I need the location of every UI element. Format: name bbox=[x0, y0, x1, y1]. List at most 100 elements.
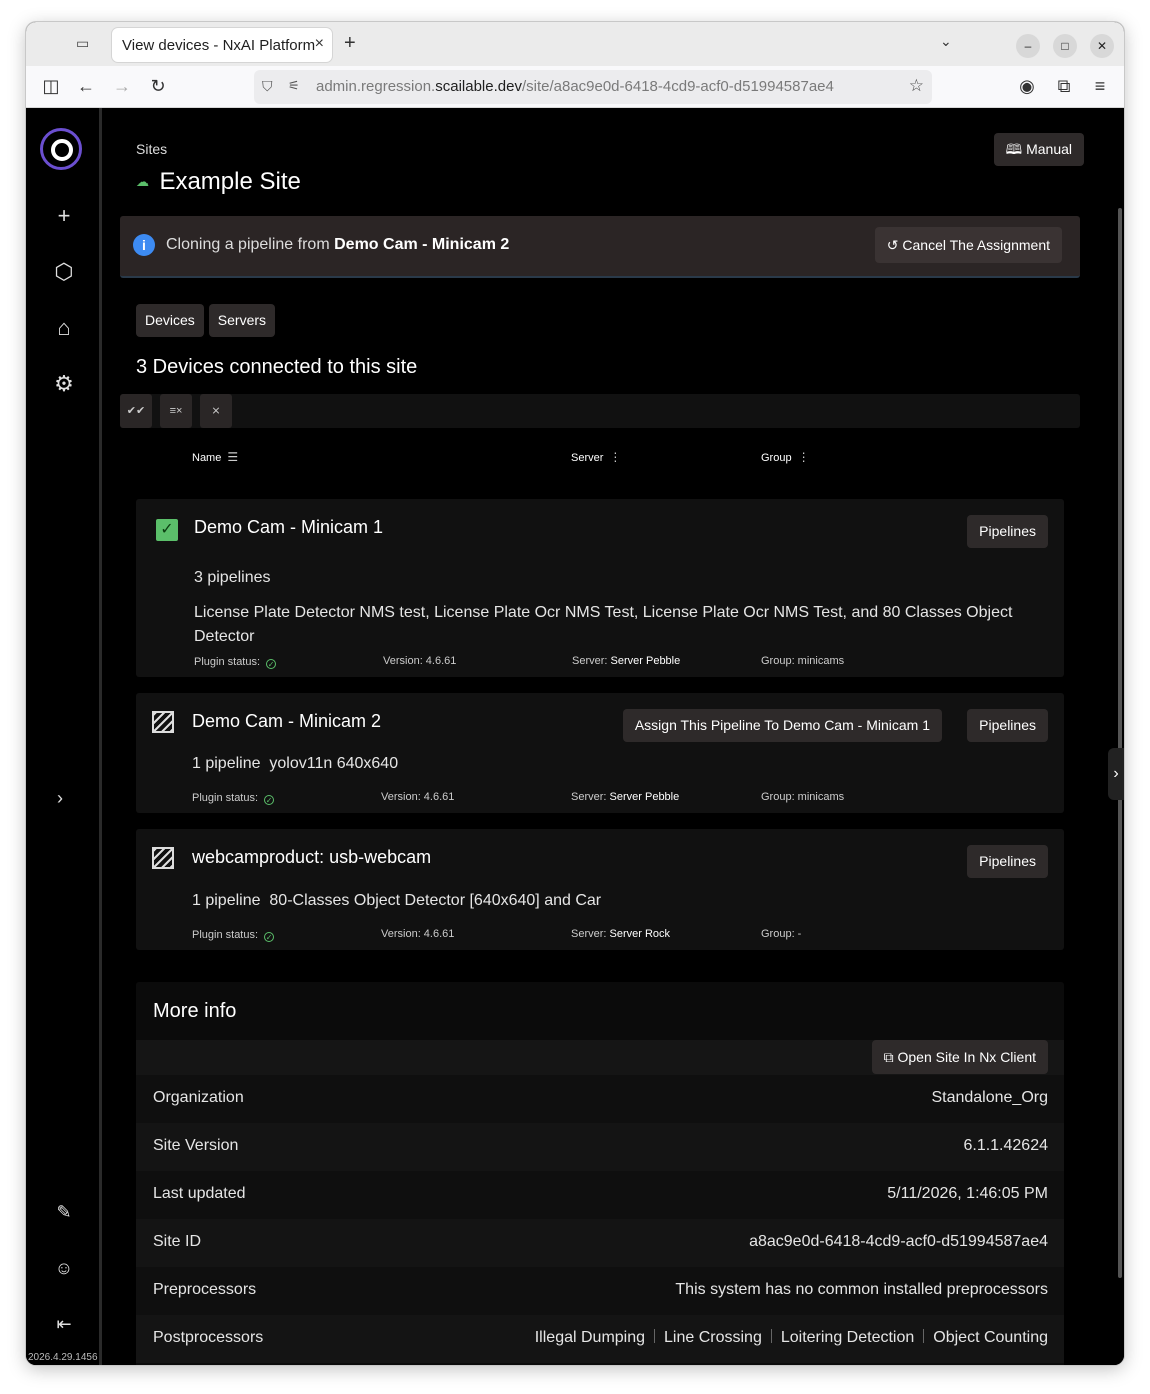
tab-strip: ▭ View devices - NxAI Platform × + ⌄ – □… bbox=[26, 22, 1124, 66]
account-icon[interactable]: ◉ bbox=[1016, 76, 1038, 97]
column-group[interactable]: Group ⋮ bbox=[761, 450, 810, 464]
shield-icon[interactable]: ⛉ bbox=[262, 78, 273, 95]
reload-icon[interactable]: ↻ bbox=[147, 76, 169, 97]
view-tabs: Devices Servers bbox=[136, 304, 280, 337]
info-row-last-updated: Last updated 5/11/2026, 1:46:05 PM bbox=[136, 1171, 1064, 1219]
cloning-alert: i Cloning a pipeline from Demo Cam - Min… bbox=[120, 216, 1080, 278]
more-info-panel: More info ⧉ Open Site In Nx Client Organ… bbox=[136, 982, 1064, 1365]
device-server: Server: Server Pebble bbox=[572, 655, 681, 667]
main-content: Sites ☁ Example Site 🕮 Manual i Cloning … bbox=[105, 108, 1124, 1365]
logout-icon[interactable]: ⇤ bbox=[50, 1310, 78, 1338]
close-window-icon[interactable]: ✕ bbox=[1090, 34, 1114, 58]
nav-bar: ◫ ← → ↻ ⛉ ⚟ admin.regression.scailable.d… bbox=[26, 66, 1124, 108]
pipelines-button[interactable]: Pipelines bbox=[967, 515, 1048, 548]
tab-devices[interactable]: Devices bbox=[136, 304, 204, 337]
device-name: webcamproduct: usb-webcam bbox=[192, 847, 432, 867]
check-circle-icon: ✓ bbox=[266, 659, 277, 669]
plugin-status: Plugin status: ✓ bbox=[192, 929, 275, 942]
pipelines-button[interactable]: Pipelines bbox=[967, 845, 1048, 878]
bulk-toolbar: ✔✔ ≡× ⨯ bbox=[120, 394, 1080, 428]
url-text[interactable]: admin.regression.scailable.dev/site/a8ac… bbox=[316, 78, 834, 95]
disabled-checkbox bbox=[152, 847, 174, 869]
home-icon[interactable]: ⌂ bbox=[50, 314, 78, 342]
minimize-icon[interactable]: – bbox=[1016, 34, 1040, 58]
device-card: webcamproduct: usb-webcam Pipelines 1 pi… bbox=[136, 829, 1064, 950]
postprocessor-item: Object Counting bbox=[933, 1329, 1048, 1346]
pipelines-list: License Plate Detector NMS test, License… bbox=[194, 604, 1013, 645]
device-name: Demo Cam - Minicam 2 bbox=[192, 711, 382, 731]
device-group: Group: minicams bbox=[761, 791, 845, 803]
kebab-menu-icon[interactable]: ⋮ bbox=[609, 450, 621, 464]
pipelines-button[interactable]: Pipelines bbox=[967, 709, 1048, 742]
app: + ⬡ ⌂ ⚙ › ✎ ☺ ⇤ 2026.4.29.1456 Sites ☁ E… bbox=[26, 108, 1124, 1365]
plugin-status: Plugin status: ✓ bbox=[194, 656, 277, 669]
device-version: Version: 4.6.61 bbox=[383, 655, 457, 667]
cube-icon[interactable]: ⬡ bbox=[50, 258, 78, 286]
chevron-right-icon[interactable]: › bbox=[46, 784, 74, 812]
devices-count-heading: 3 Devices connected to this site bbox=[136, 356, 418, 378]
breadcrumb[interactable]: Sites bbox=[136, 141, 167, 157]
scrollbar[interactable] bbox=[1118, 208, 1122, 1278]
clear-selection-icon[interactable]: ⨯ bbox=[200, 394, 232, 428]
deselect-icon[interactable]: ≡× bbox=[160, 394, 192, 428]
nx-client-row: ⧉ Open Site In Nx Client bbox=[136, 1040, 1064, 1075]
column-server[interactable]: Server ⋮ bbox=[571, 450, 621, 464]
column-name[interactable]: Name ☰ bbox=[192, 450, 238, 464]
check-circle-icon: ✓ bbox=[264, 795, 275, 805]
logo-icon[interactable] bbox=[40, 128, 82, 170]
extensions-icon[interactable]: ⧉ bbox=[1053, 76, 1075, 97]
bookmark-star-icon[interactable]: ☆ bbox=[909, 76, 924, 96]
select-all-icon[interactable]: ✔✔ bbox=[120, 394, 152, 428]
chevron-down-icon[interactable]: ⌄ bbox=[940, 33, 952, 50]
drawer-toggle-chevron-icon[interactable]: › bbox=[1108, 748, 1124, 800]
cancel-assignment-button[interactable]: ↺ Cancel The Assignment bbox=[874, 227, 1062, 263]
open-nx-client-button[interactable]: ⧉ Open Site In Nx Client bbox=[871, 1040, 1048, 1074]
permissions-icon[interactable]: ⚟ bbox=[288, 78, 300, 94]
pipelines-summary: 1 pipeline yolov11n 640x640 bbox=[192, 755, 399, 772]
sidebar: + ⬡ ⌂ ⚙ › ✎ ☺ ⇤ 2026.4.29.1456 bbox=[26, 108, 102, 1365]
device-card: Demo Cam - Minicam 2 Assign This Pipelin… bbox=[136, 693, 1064, 813]
plugin-status: Plugin status: ✓ bbox=[192, 792, 275, 805]
close-tab-icon[interactable]: × bbox=[315, 35, 324, 53]
book-icon: 🕮 bbox=[1005, 141, 1027, 157]
gear-icon[interactable]: ⚙ bbox=[50, 370, 78, 398]
kebab-menu-icon[interactable]: ⋮ bbox=[798, 450, 810, 464]
menu-icon[interactable]: ≡ bbox=[1089, 76, 1111, 97]
device-version: Version: 4.6.61 bbox=[381, 928, 455, 940]
device-name: Demo Cam - Minicam 1 bbox=[194, 517, 384, 537]
manual-button[interactable]: 🕮 Manual bbox=[993, 133, 1084, 166]
more-info-title: More info bbox=[153, 1000, 237, 1022]
device-card: ✓ Demo Cam - Minicam 1 Pipelines 3 pipel… bbox=[136, 499, 1064, 677]
info-row-postprocessors: Postprocessors Illegal Dumping Line Cross… bbox=[136, 1315, 1064, 1363]
info-row-organization: Organization Standalone_Org bbox=[136, 1075, 1064, 1123]
url-bar[interactable]: ⛉ ⚟ admin.regression.scailable.dev/site/… bbox=[254, 70, 932, 104]
browser-tab[interactable]: View devices - NxAI Platform × bbox=[112, 28, 332, 62]
pipelines-summary: 1 pipeline 80-Classes Object Detector [6… bbox=[192, 892, 602, 909]
back-icon[interactable]: ← bbox=[75, 76, 97, 97]
alert-text: Cloning a pipeline from Demo Cam - Minic… bbox=[166, 236, 510, 253]
checked-checkbox[interactable]: ✓ bbox=[156, 519, 178, 541]
new-tab-icon[interactable]: + bbox=[344, 32, 356, 55]
check-circle-icon: ✓ bbox=[264, 932, 275, 942]
sidebar-toggle-icon[interactable]: ◫ bbox=[40, 76, 62, 97]
maximize-icon[interactable]: □ bbox=[1053, 34, 1077, 58]
page-title: Example Site bbox=[159, 168, 301, 195]
info-row-preprocessors: Preprocessors This system has no common … bbox=[136, 1267, 1064, 1315]
add-icon[interactable]: + bbox=[50, 202, 78, 230]
tab-overview-icon[interactable]: ▭ bbox=[76, 35, 94, 53]
postprocessors-list: Illegal Dumping Line Crossing Loitering De… bbox=[535, 1329, 1048, 1347]
external-link-icon: ⧉ bbox=[883, 1049, 898, 1065]
device-server: Server: Server Pebble bbox=[571, 791, 680, 803]
tab-servers[interactable]: Servers bbox=[208, 304, 276, 337]
device-group: Group: minicams bbox=[761, 655, 845, 667]
sort-icon[interactable]: ☰ bbox=[227, 450, 238, 464]
pipelines-count: 3 pipelines bbox=[194, 569, 271, 586]
info-row-site-version: Site Version 6.1.1.42624 bbox=[136, 1123, 1064, 1171]
assign-pipeline-button[interactable]: Assign This Pipeline To Demo Cam - Minic… bbox=[622, 709, 942, 742]
pencil-icon[interactable]: ✎ bbox=[50, 1198, 78, 1226]
user-icon[interactable]: ☺ bbox=[50, 1254, 78, 1282]
tab-title: View devices - NxAI Platform bbox=[122, 37, 316, 54]
undo-icon: ↺ bbox=[886, 237, 903, 253]
forward-icon[interactable]: → bbox=[111, 76, 133, 97]
device-server: Server: Server Rock bbox=[571, 928, 671, 940]
